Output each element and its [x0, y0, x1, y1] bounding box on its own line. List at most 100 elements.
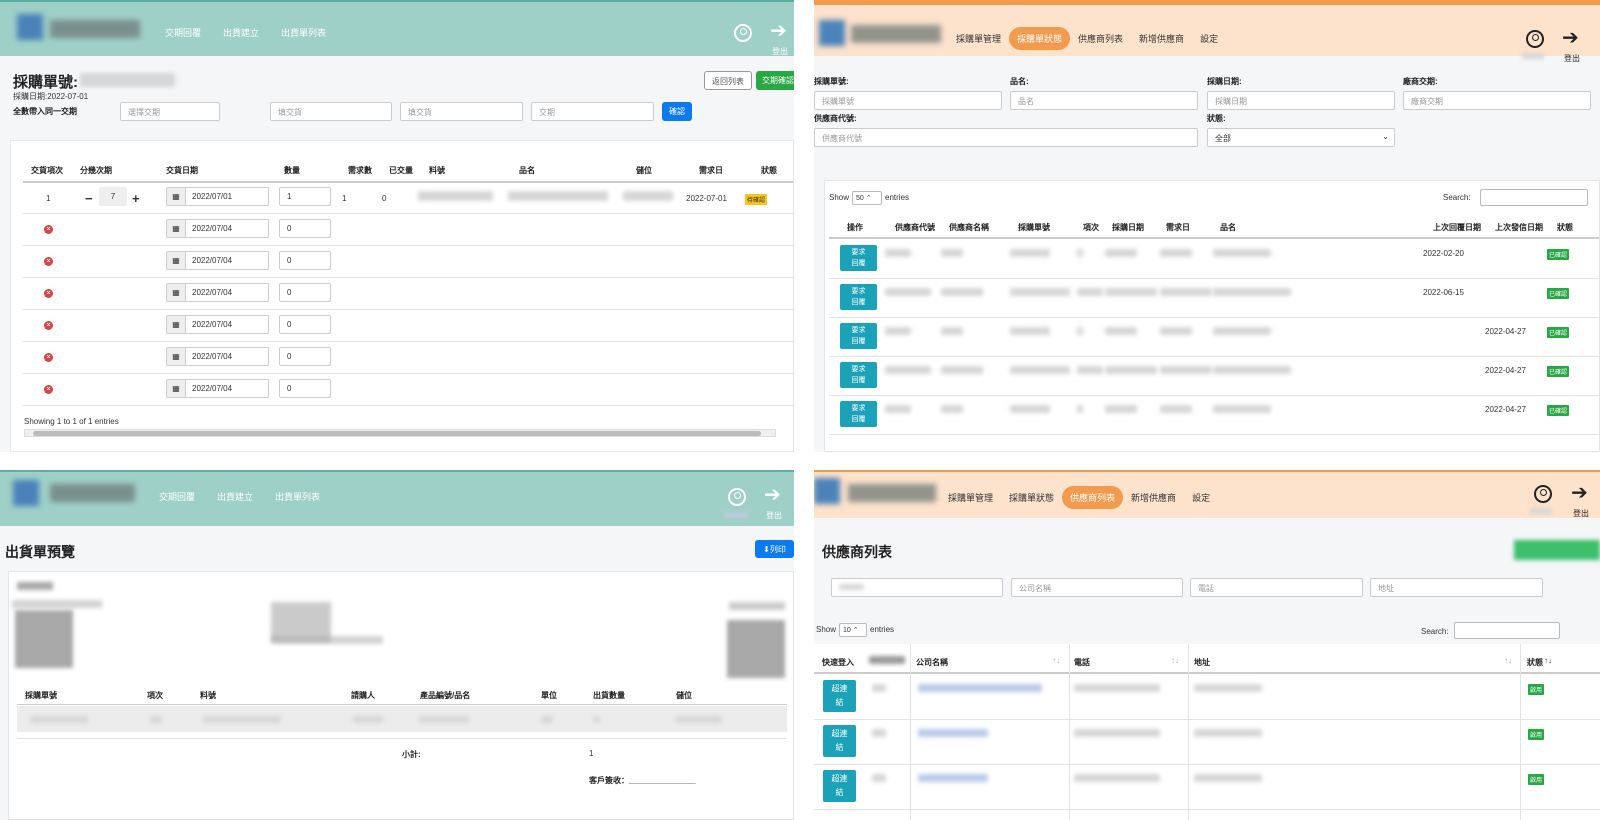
user-icon[interactable]: [728, 488, 746, 506]
remove-row-icon[interactable]: ×: [44, 257, 53, 266]
calendar-icon[interactable]: ▦: [167, 220, 186, 237]
col-code-blurred[interactable]: [869, 656, 905, 664]
calendar-icon[interactable]: ▦: [167, 188, 186, 205]
company-name-link[interactable]: [918, 684, 1042, 692]
filter-status-select[interactable]: 全部 ⌄: [1207, 128, 1395, 147]
quantity-input[interactable]: 0: [279, 251, 331, 270]
col-delivered[interactable]: 已交量: [389, 165, 413, 176]
col-status[interactable]: 狀態: [1527, 657, 1543, 668]
col-delivery-item[interactable]: 交貨項次: [31, 165, 63, 176]
logout-icon[interactable]: ➔: [1571, 483, 1588, 503]
nav-purchase-management[interactable]: 採購單管理: [940, 488, 1001, 507]
sort-icon[interactable]: ↑↓: [1052, 656, 1060, 665]
logout-label[interactable]: 登出: [1573, 508, 1589, 519]
nav-purchase-status[interactable]: 採購單狀態: [1001, 488, 1062, 507]
filter-supplier-code-input[interactable]: 供應商代號: [814, 128, 1198, 147]
col-need-date[interactable]: 需求日: [699, 165, 723, 176]
nav-shipment-list[interactable]: 出貨單列表: [281, 26, 326, 39]
col-part-number[interactable]: 料號: [429, 165, 445, 176]
sort-icon[interactable]: ↑↓: [1171, 656, 1179, 665]
quantity-input[interactable]: 0: [279, 283, 331, 302]
nav-shipment-list[interactable]: 出貨單列表: [275, 490, 320, 503]
col-purchase-date[interactable]: 採購日期: [1112, 222, 1144, 233]
nav-add-supplier[interactable]: 新增供應商: [1123, 488, 1184, 507]
scrollbar-thumb[interactable]: [33, 431, 761, 436]
filter-vendor-delivery-input[interactable]: 廠商交期: [1403, 91, 1591, 110]
entries-per-page-select[interactable]: 10 ⌃: [839, 623, 867, 637]
request-reply-button[interactable]: 要求 回覆: [840, 401, 877, 427]
remove-row-icon[interactable]: ×: [44, 385, 53, 394]
filter-company-name-input[interactable]: 公司名稱: [1011, 578, 1183, 597]
remove-row-icon[interactable]: ×: [44, 321, 53, 330]
request-reply-button[interactable]: 要求 回覆: [840, 323, 877, 349]
col-product-name[interactable]: 品名: [519, 165, 535, 176]
delivery-date-field[interactable]: ▦ 2022/07/04: [166, 379, 269, 398]
back-to-list-button[interactable]: 返回列表: [704, 71, 752, 90]
col-address[interactable]: 地址: [1194, 657, 1210, 668]
col-supplier-code[interactable]: 供應商代號: [895, 222, 935, 233]
confirm-button[interactable]: 確認: [662, 102, 692, 121]
user-icon[interactable]: [1534, 485, 1552, 503]
confirm-delivery-button[interactable]: 交期確認: [756, 71, 794, 90]
logout-label[interactable]: 登出: [1564, 53, 1580, 64]
filter-purchase-date-input[interactable]: 採購日期: [1207, 91, 1395, 110]
calendar-icon[interactable]: ▦: [167, 348, 186, 365]
calendar-icon[interactable]: ▦: [167, 252, 186, 269]
company-name-link[interactable]: [918, 729, 988, 737]
quantity-input[interactable]: 0: [279, 347, 331, 366]
request-reply-button[interactable]: 要求 回覆: [840, 362, 877, 388]
quantity-input[interactable]: 1: [279, 187, 331, 206]
plus-button[interactable]: +: [132, 191, 140, 206]
remove-row-icon[interactable]: ×: [44, 289, 53, 298]
search-input[interactable]: [1454, 622, 1560, 639]
col-status[interactable]: 狀態: [761, 165, 777, 176]
col-supplier-name[interactable]: 供應商名稱: [949, 222, 989, 233]
quantity-input[interactable]: 0: [279, 219, 331, 238]
col-quick-login[interactable]: 快速登入: [822, 657, 854, 668]
col-status[interactable]: 狀態: [1557, 222, 1573, 233]
nav-purchase-status[interactable]: 採購單狀態: [1009, 27, 1071, 50]
hyperlink-login-button[interactable]: 超連結: [823, 680, 856, 712]
search-input[interactable]: [1480, 189, 1588, 206]
nav-shipment-create[interactable]: 出貨建立: [217, 490, 253, 503]
nav-delivery-reply[interactable]: 交期回覆: [165, 26, 201, 39]
hyperlink-login-button[interactable]: 超連結: [823, 725, 856, 757]
nav-settings[interactable]: 設定: [1192, 29, 1226, 48]
sort-icon[interactable]: ↑↓: [1544, 656, 1552, 665]
sort-icon[interactable]: ↑↓: [1504, 656, 1512, 665]
nav-shipment-create[interactable]: 出貨建立: [223, 26, 259, 39]
calendar-icon[interactable]: ▦: [167, 284, 186, 301]
nav-purchase-management[interactable]: 採購單管理: [948, 29, 1009, 48]
delivery-date-field[interactable]: ▦ 2022/07/04: [166, 219, 269, 238]
delivery-fill-input-1[interactable]: 填交貨: [270, 102, 392, 121]
filter-address-input[interactable]: 地址: [1370, 578, 1543, 597]
col-company-name[interactable]: 公司名稱: [916, 657, 948, 668]
filter-product-input[interactable]: 品名: [1010, 91, 1198, 110]
logout-label[interactable]: 登出: [772, 46, 788, 57]
col-storage[interactable]: 儲位: [636, 165, 652, 176]
col-demand[interactable]: 需求數: [348, 165, 372, 176]
split-count-input[interactable]: 7: [99, 187, 127, 206]
col-need-date[interactable]: 需求日: [1166, 222, 1190, 233]
calendar-icon[interactable]: ▦: [167, 316, 186, 333]
calendar-icon[interactable]: ▦: [167, 380, 186, 397]
col-delivery-date[interactable]: 交貨日期: [166, 165, 198, 176]
entries-per-page-select[interactable]: 50 ⌃: [852, 191, 882, 205]
quantity-input[interactable]: 0: [279, 379, 331, 398]
print-button[interactable]: ⬇列印: [755, 540, 794, 558]
col-action[interactable]: 操作: [847, 222, 863, 233]
add-supplier-button-blurred[interactable]: [1514, 540, 1600, 560]
user-icon[interactable]: [1526, 30, 1544, 48]
date-select-input[interactable]: 選擇交期: [120, 102, 220, 121]
logout-icon[interactable]: ➔: [764, 485, 781, 505]
col-po-number[interactable]: 採購單號: [1018, 222, 1050, 233]
filter-phone-input[interactable]: 電話: [1190, 578, 1363, 597]
col-phone[interactable]: 電話: [1074, 657, 1090, 668]
user-icon[interactable]: [734, 24, 752, 42]
quantity-input[interactable]: 0: [279, 315, 331, 334]
nav-delivery-reply[interactable]: 交期回覆: [159, 490, 195, 503]
hyperlink-login-button[interactable]: 超連結: [823, 770, 856, 802]
logout-icon[interactable]: ➔: [1562, 28, 1579, 48]
remove-row-icon[interactable]: ×: [44, 225, 53, 234]
request-reply-button[interactable]: 要求 回覆: [840, 245, 877, 271]
